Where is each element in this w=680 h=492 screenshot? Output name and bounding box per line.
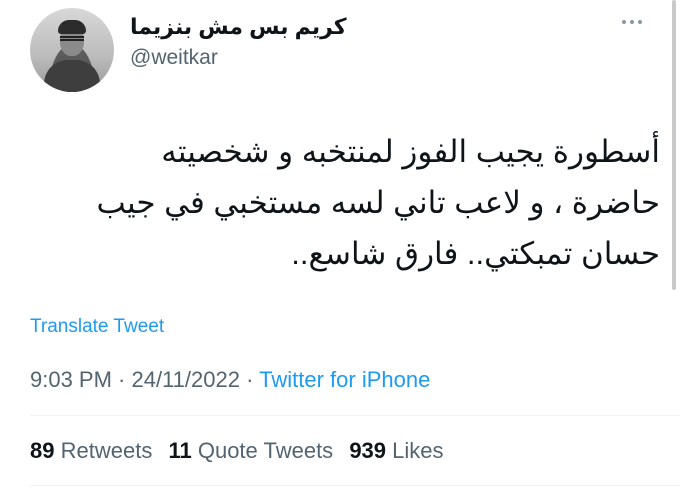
- more-dot: [622, 20, 626, 24]
- avatar-shirt: [44, 60, 100, 92]
- more-dot: [630, 20, 634, 24]
- tweet-source-link[interactable]: Twitter for iPhone: [259, 367, 430, 392]
- tweet-text-line: حاضرة ، و لاعب تاني لسه مستخبي في جيب: [96, 185, 660, 220]
- scrollbar[interactable]: [672, 0, 676, 290]
- tweet-date[interactable]: 24/11/2022: [132, 367, 240, 392]
- quote-tweets-stat[interactable]: 11 Quote Tweets: [168, 438, 333, 463]
- author-display-name[interactable]: كريم بس مش بنزيما: [130, 14, 347, 40]
- likes-label: Likes: [392, 438, 444, 463]
- tweet-text-line: حسان تمبكتي.. فارق شاسع..: [291, 236, 660, 271]
- quote-tweets-count: 11: [168, 438, 192, 463]
- avatar[interactable]: [30, 8, 114, 92]
- retweets-label: Retweets: [60, 438, 153, 463]
- divider: [30, 415, 680, 416]
- tweet-stats: 89 Retweets 11 Quote Tweets 939 Likes: [30, 438, 444, 464]
- likes-count: 939: [349, 438, 387, 463]
- retweets-stat[interactable]: 89 Retweets: [30, 438, 152, 463]
- quote-tweets-label: Quote Tweets: [197, 438, 334, 463]
- meta-separator: ·: [239, 367, 260, 392]
- more-icon[interactable]: [622, 14, 642, 30]
- likes-stat[interactable]: 939 Likes: [349, 438, 443, 463]
- tweet-time[interactable]: 9:03 PM: [30, 367, 112, 392]
- translate-tweet-link[interactable]: Translate Tweet: [30, 316, 164, 338]
- more-dot: [638, 20, 642, 24]
- divider: [30, 485, 680, 486]
- meta-separator: ·: [111, 367, 132, 392]
- avatar-glasses: [60, 36, 84, 41]
- author-handle[interactable]: @weitkar: [130, 46, 218, 70]
- tweet-meta: 9:03 PM · 24/11/2022 · Twitter for iPhon…: [30, 367, 430, 393]
- avatar-hair: [58, 20, 86, 34]
- retweets-count: 89: [30, 438, 55, 463]
- tweet-detail: كريم بس مش بنزيما @weitkar أسطورة يجيب ا…: [0, 0, 680, 492]
- tweet-text-line: أسطورة يجيب الفوز لمنتخبه و شخصيته: [161, 134, 660, 169]
- tweet-text: أسطورة يجيب الفوز لمنتخبه و شخصيته حاضرة…: [96, 126, 660, 279]
